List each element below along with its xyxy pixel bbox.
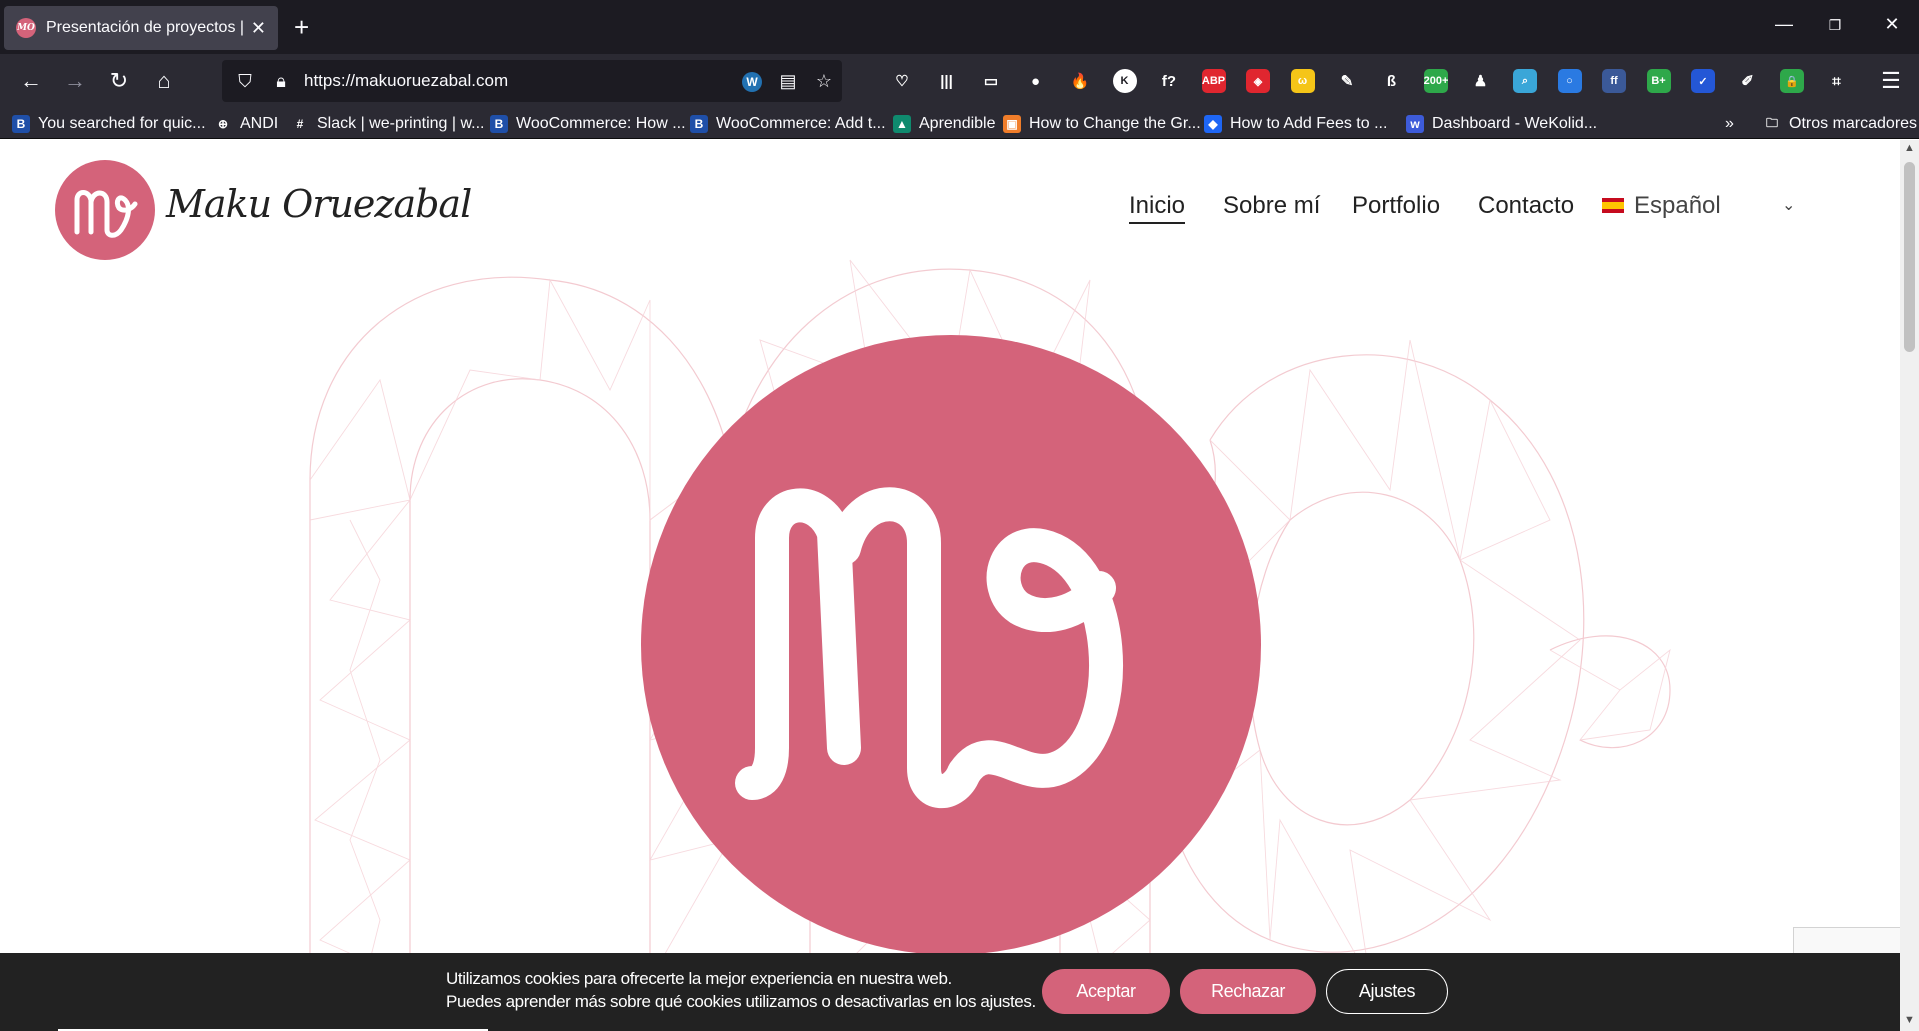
bookmark-label: WooCommerce: Add t... xyxy=(716,115,886,132)
tab-close-icon[interactable]: ✕ xyxy=(251,18,266,39)
nav-link-portfolio[interactable]: Portfolio xyxy=(1352,192,1440,220)
extension-feather-icon[interactable]: ✎ xyxy=(1335,69,1359,93)
scroll-up-icon[interactable]: ▲ xyxy=(1900,142,1919,154)
bookmark-label: You searched for quic... xyxy=(38,115,206,132)
bookmark-favicon-icon: B xyxy=(490,115,508,133)
bookmark-star-icon[interactable]: ☆ xyxy=(806,71,842,92)
reader-icon[interactable]: ▭ xyxy=(979,69,1003,93)
page-action-icon[interactable]: ▤ xyxy=(770,71,806,92)
extension-k-icon[interactable]: K xyxy=(1112,69,1137,93)
bookmark-label: Aprendible xyxy=(919,115,996,132)
extension-search-icon[interactable]: ⌕ xyxy=(1513,69,1537,93)
extension-lock-icon[interactable]: 🔒 xyxy=(1780,69,1804,93)
other-bookmarks-label: Otros marcadores xyxy=(1789,115,1918,132)
scroll-down-icon[interactable]: ▼ xyxy=(1900,1014,1919,1026)
extension-s-icon[interactable]: ß xyxy=(1380,69,1404,93)
extension-ff-icon[interactable]: ff xyxy=(1602,69,1626,93)
bookmark-label: WooCommerce: How ... xyxy=(516,115,686,132)
reload-icon[interactable]: ↻ xyxy=(104,68,134,94)
pocket-icon[interactable]: ♡ xyxy=(890,69,914,93)
bookmark-item[interactable]: ▲ Aprendible xyxy=(893,113,996,135)
bookmark-favicon-icon: B xyxy=(12,115,30,133)
bookmark-item[interactable]: B You searched for quic... xyxy=(12,113,206,135)
browser-titlebar: MO Presentación de proyectos | Ma ✕ + — … xyxy=(0,0,1919,54)
menu-icon[interactable]: ☰ xyxy=(1876,68,1906,94)
close-window-icon[interactable]: ✕ xyxy=(1880,14,1904,35)
forward-icon[interactable]: → xyxy=(60,68,90,94)
hero-logo xyxy=(641,335,1261,955)
spain-flag-icon xyxy=(1602,198,1624,213)
bookmark-label: Slack | we-printing | w... xyxy=(317,115,485,132)
cookie-message-line-1: Utilizamos cookies para ofrecerte la mej… xyxy=(446,969,952,988)
extension-counter-icon[interactable]: 200+ xyxy=(1424,69,1448,93)
accept-cookies-button[interactable]: Aceptar xyxy=(1042,969,1170,1014)
bookmark-favicon-icon: ◆ xyxy=(1204,115,1222,133)
url-bar[interactable]: ⛉ 🔒︎ https://makuoruezabal.com W ▤ ☆ xyxy=(222,60,842,102)
extension-check-icon[interactable]: ✓ xyxy=(1691,69,1715,93)
extension-crop-icon[interactable]: ⌗ xyxy=(1825,69,1849,93)
url-text[interactable]: https://makuoruezabal.com xyxy=(304,71,734,91)
bookmark-favicon-icon: ▲ xyxy=(893,115,911,133)
other-bookmarks[interactable]: 🗀 Otros marcadores xyxy=(1763,113,1917,135)
language-selector[interactable]: Español xyxy=(1634,192,1721,220)
extension-fire-icon[interactable]: 🔥 xyxy=(1068,69,1092,93)
extension-ring-icon[interactable]: ○ xyxy=(1557,69,1582,93)
bookmarks-bar: B You searched for quic... ⊕ ANDI # Slack | w… xyxy=(0,108,1919,139)
extension-ball-icon[interactable]: ● xyxy=(1024,69,1048,93)
bookmark-label: ANDI xyxy=(240,115,279,132)
nav-link-inicio[interactable]: Inicio xyxy=(1129,192,1186,224)
minimize-icon[interactable]: — xyxy=(1772,14,1796,35)
new-tab-button[interactable]: + xyxy=(294,12,309,42)
folder-icon: 🗀 xyxy=(1765,115,1778,130)
bookmark-item[interactable]: ▣ How to Change the Gr... xyxy=(1003,113,1201,135)
restore-icon[interactable]: ❐ xyxy=(1823,17,1847,34)
bookmark-item[interactable]: B WooCommerce: Add t... xyxy=(690,113,886,135)
extension-w-icon[interactable]: ω xyxy=(1290,69,1315,93)
chevron-down-icon[interactable]: ⌄ xyxy=(1782,195,1795,215)
home-icon[interactable]: ⌂ xyxy=(149,68,179,94)
bookmark-favicon-icon: # xyxy=(296,117,304,131)
bookmark-item[interactable]: ⊕ ANDI xyxy=(214,113,278,135)
hero-logo-circle xyxy=(641,335,1261,955)
bookmark-label: Dashboard - WeKolid... xyxy=(1432,115,1598,132)
page-viewport: Maku Oruezabal Inicio Sobre mí Portfolio… xyxy=(0,140,1900,1031)
extension-edit-icon[interactable]: ✐ xyxy=(1736,69,1760,93)
browser-toolbar: ← → ↻ ⌂ ⛉ 🔒︎ https://makuoruezabal.com W… xyxy=(0,54,1919,108)
extension-bplus-icon[interactable]: B+ xyxy=(1646,69,1671,93)
tab-favicon-icon: MO xyxy=(16,18,36,38)
bookmark-favicon-icon: B xyxy=(690,115,708,133)
bookmark-item[interactable]: # Slack | we-printing | w... xyxy=(291,113,485,135)
browser-tab-active[interactable]: MO Presentación de proyectos | Ma ✕ xyxy=(4,6,278,50)
back-icon[interactable]: ← xyxy=(16,68,46,94)
tracking-shield-icon[interactable]: ⛉ xyxy=(232,71,258,92)
bookmark-favicon-icon: ▣ xyxy=(1003,115,1021,133)
bookmark-item[interactable]: B WooCommerce: How ... xyxy=(490,113,686,135)
extension-person-icon[interactable]: ♟ xyxy=(1469,69,1493,93)
bookmark-label: How to Change the Gr... xyxy=(1029,115,1201,132)
cookie-message-line-2: Puedes aprender más sobre qué cookies ut… xyxy=(446,992,1036,1011)
cookie-banner: Utilizamos cookies para ofrecerte la mej… xyxy=(0,953,1900,1031)
library-icon[interactable]: ||| xyxy=(935,69,959,93)
adblock-icon[interactable]: ABP xyxy=(1201,69,1226,93)
extension-shield-icon[interactable]: ◈ xyxy=(1246,69,1270,93)
lock-icon[interactable]: 🔒︎ xyxy=(268,71,294,92)
cookie-settings-button[interactable]: Ajustes xyxy=(1326,969,1448,1014)
nav-link-contacto[interactable]: Contacto xyxy=(1478,192,1574,220)
nav-link-sobre-mi[interactable]: Sobre mí xyxy=(1223,192,1320,220)
page-scrollbar[interactable]: ▲ ▼ xyxy=(1900,140,1919,1031)
bookmark-item[interactable]: w Dashboard - WeKolid... xyxy=(1406,113,1597,135)
cookie-message: Utilizamos cookies para ofrecerte la mej… xyxy=(446,967,1036,1013)
tab-title: Presentación de proyectos | Ma xyxy=(46,19,245,36)
extension-font-icon[interactable]: f? xyxy=(1157,69,1181,93)
bookmark-item[interactable]: ◆ How to Add Fees to ... xyxy=(1204,113,1387,135)
bookmarks-overflow-icon[interactable]: » xyxy=(1725,113,1734,135)
wordpress-icon[interactable]: W xyxy=(734,70,770,92)
bookmark-favicon-icon: ⊕ xyxy=(217,117,229,131)
bookmark-favicon-icon: w xyxy=(1406,115,1424,133)
scrollbar-thumb[interactable] xyxy=(1904,162,1915,352)
bookmark-label: How to Add Fees to ... xyxy=(1230,115,1388,132)
reject-cookies-button[interactable]: Rechazar xyxy=(1180,969,1316,1014)
